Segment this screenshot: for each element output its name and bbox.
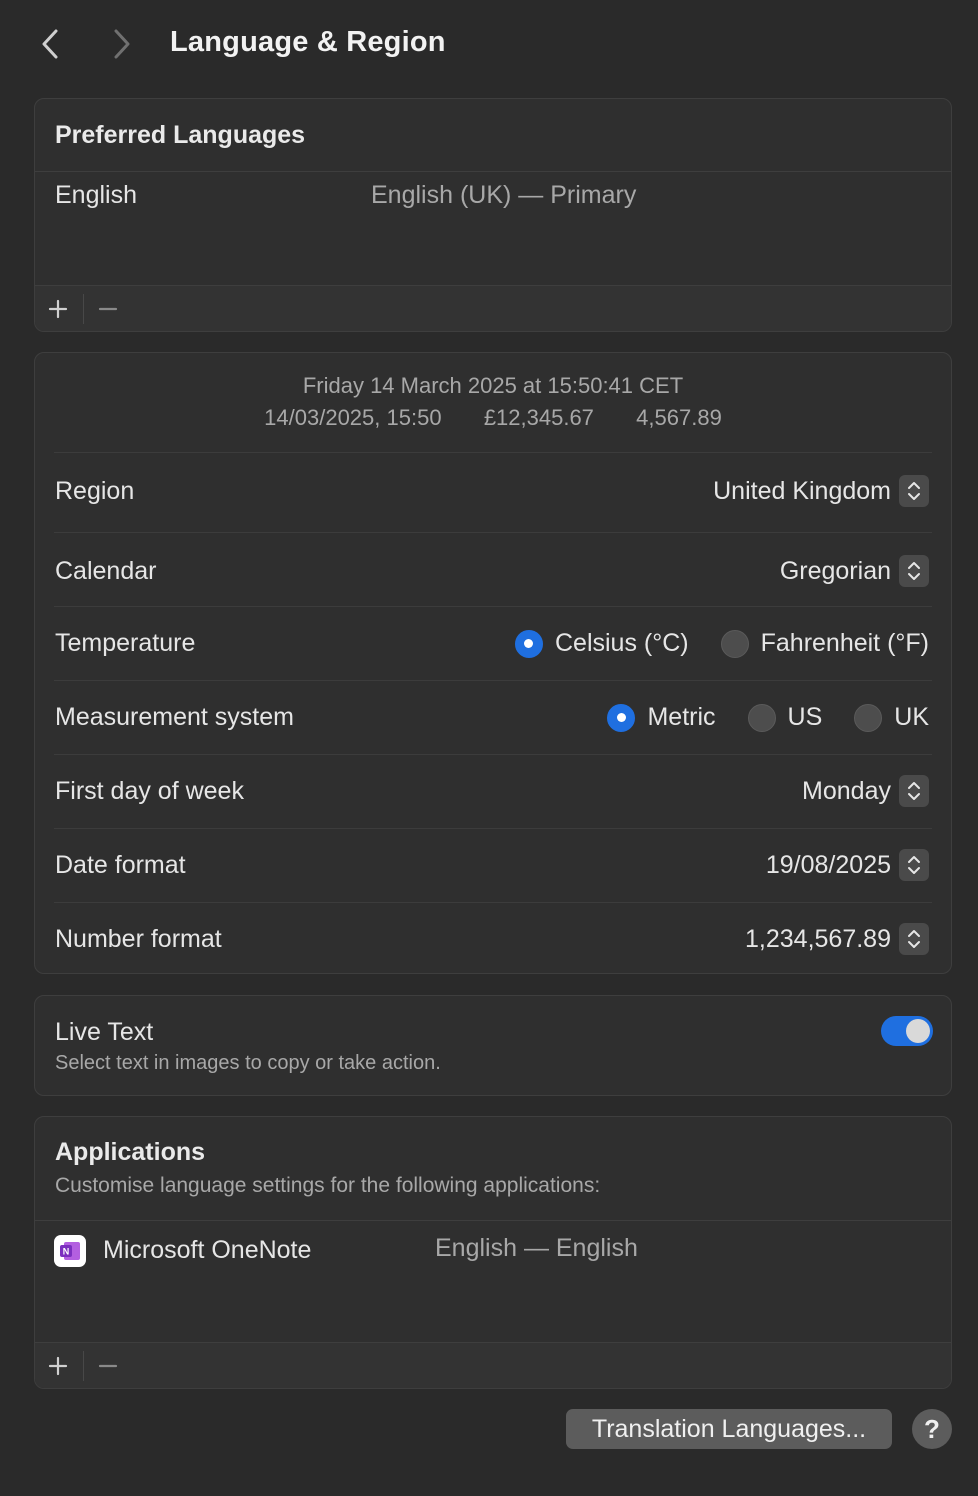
application-name: Microsoft OneNote [103,1236,312,1264]
number-format-row: Number format 1,234,567.89 [35,903,951,973]
measurement-label: Measurement system [55,703,294,731]
svg-text:N: N [63,1247,70,1257]
format-settings-group: Friday 14 March 2025 at 15:50:41 CET 14/… [34,352,952,974]
preview-long-date: Friday 14 March 2025 at 15:50:41 CET [302,373,684,398]
measurement-option-uk[interactable]: UK [854,703,929,732]
language-detail: English (UK) — Primary [371,181,637,209]
calendar-row: Calendar Gregorian [35,533,951,607]
applications-title: Applications [55,1138,206,1166]
temperature-row: Temperature Celsius (°C) Fahrenheit (°F) [35,607,951,681]
number-format-popup[interactable]: 1,234,567.89 [745,923,929,955]
date-format-value: 19/08/2025 [765,850,891,879]
region-row: Region United Kingdom [35,453,951,533]
add-application-button[interactable] [35,1343,81,1388]
forward-button[interactable] [102,24,142,64]
language-list-item[interactable]: English English (UK) — Primary [35,171,951,231]
radio-unselected-icon [854,703,883,732]
up-down-chevron-icon [899,555,929,587]
first-day-value: Monday [802,776,891,805]
first-day-popup[interactable]: Monday [802,775,929,807]
preview-number: 4,567.89 [636,405,722,430]
measurement-option-metric[interactable]: Metric [607,703,716,732]
temperature-label: Temperature [55,629,196,657]
plus-icon [48,1356,68,1376]
back-button[interactable] [30,24,70,64]
up-down-chevron-icon [899,775,929,807]
remove-application-button[interactable] [85,1343,131,1388]
application-list-item[interactable]: N Microsoft OneNote English — English [35,1221,951,1281]
date-format-row: Date format 19/08/2025 [35,829,951,903]
preferred-languages-group: Preferred Languages English English (UK)… [34,98,952,332]
radio-unselected-icon [720,629,749,658]
date-format-label: Date format [55,851,186,879]
minus-icon [98,1364,118,1368]
applications-group: Applications Customise language settings… [34,1116,952,1389]
first-day-label: First day of week [55,777,244,805]
applications-description: Customise language settings for the foll… [55,1174,601,1197]
preview-datetime: 14/03/2025, 15:50 [264,405,442,430]
date-format-popup[interactable]: 19/08/2025 [766,849,929,881]
language-region-window: Language & Region Preferred Languages En… [0,0,978,1496]
temperature-option-fahrenheit[interactable]: Fahrenheit (°F) [720,629,929,658]
radio-selected-icon [514,629,543,658]
radio-selected-icon [607,703,636,732]
measurement-row: Measurement system Metric US UK [35,681,951,755]
live-text-toggle[interactable] [881,1016,933,1046]
translation-languages-button[interactable]: Translation Languages... [566,1409,892,1449]
plus-icon [48,299,68,319]
measurement-radio-group: Metric US UK [607,703,929,732]
calendar-label: Calendar [55,557,157,585]
region-label: Region [55,477,135,505]
number-format-label: Number format [55,925,222,953]
preferred-languages-title: Preferred Languages [55,121,306,149]
format-preview: Friday 14 March 2025 at 15:50:41 CET 14/… [35,373,951,431]
languages-list-footer [35,285,951,331]
remove-language-button[interactable] [85,286,131,331]
chevron-right-icon [114,29,130,59]
add-language-button[interactable] [35,286,81,331]
up-down-chevron-icon [899,475,929,507]
temperature-radio-group: Celsius (°C) Fahrenheit (°F) [514,629,929,658]
application-detail: English — English [435,1234,638,1262]
up-down-chevron-icon [899,923,929,955]
calendar-popup[interactable]: Gregorian [780,555,929,587]
radio-unselected-icon [747,703,776,732]
region-value: United Kingdom [713,476,891,505]
live-text-description: Select text in images to copy or take ac… [55,1052,441,1074]
calendar-value: Gregorian [779,556,891,585]
header: Language & Region [0,0,978,92]
number-format-value: 1,234,567.89 [745,924,891,953]
temperature-option-celsius[interactable]: Celsius (°C) [514,629,689,658]
onenote-icon: N [54,1235,86,1267]
language-name: English [55,181,137,209]
live-text-title: Live Text [55,1018,154,1046]
page-title: Language & Region [170,26,446,58]
up-down-chevron-icon [899,849,929,881]
chevron-left-icon [42,29,58,59]
minus-icon [98,307,118,311]
live-text-group: Live Text Select text in images to copy … [34,995,952,1096]
first-day-row: First day of week Monday [35,755,951,829]
preview-currency: £12,345.67 [483,405,594,430]
help-button[interactable]: ? [912,1409,952,1449]
region-popup[interactable]: United Kingdom [713,475,929,507]
measurement-option-us[interactable]: US [747,703,822,732]
toggle-knob [906,1019,930,1043]
applications-list-footer [35,1342,951,1388]
